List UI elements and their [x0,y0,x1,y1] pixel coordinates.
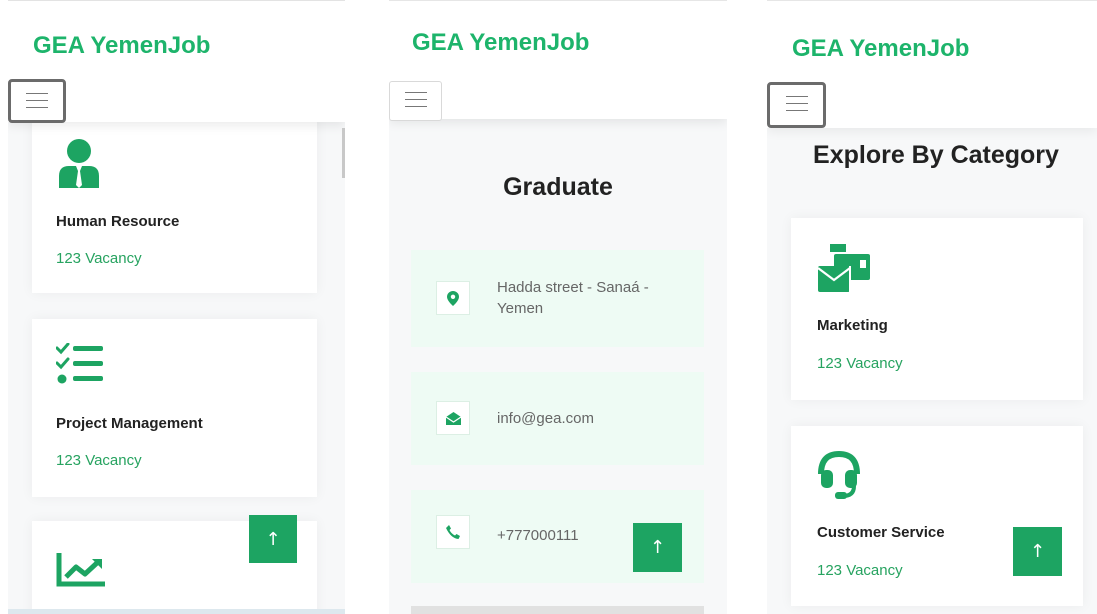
phone-icon [446,525,460,539]
category-title[interactable]: Human Resource [56,213,179,230]
contact-email[interactable]: info@gea.com [497,408,594,429]
back-to-top-button[interactable]: ↑ [249,515,297,563]
navbar: GEA YemenJob [8,1,345,123]
vacancy-count: 123 Vacancy [817,355,903,372]
section-heading: Explore By Category [813,141,1059,169]
category-card-marketing[interactable]: Marketing 123 Vacancy [791,218,1083,400]
menu-toggle-button[interactable] [389,81,442,121]
contact-phone[interactable]: +777000111 [497,525,579,546]
hamburger-icon [785,96,808,97]
hamburger-icon-bar [26,107,48,108]
user-tie-icon [59,139,99,188]
category-card-customer-service[interactable]: Customer Service 123 Vacancy [791,426,1083,606]
category-title[interactable]: Marketing [817,317,888,334]
map-marker-icon [447,290,459,306]
section-heading: Graduate [503,173,613,201]
hamburger-icon-bar [404,106,427,107]
brand-logo[interactable]: GEA YemenJob [792,35,969,63]
contact-icon-wrap [436,515,470,549]
envelope-open-icon [445,411,461,425]
headset-icon [818,450,860,499]
category-title[interactable]: Customer Service [817,524,945,541]
contact-icon-wrap [436,281,470,315]
vacancy-count: 123 Vacancy [56,250,142,267]
contact-address: Hadda street - Sanaá - Yemen [497,279,649,317]
panel-contact: GEA YemenJob Graduate Hadda street - San… [389,0,727,614]
back-to-top-button[interactable]: ↑ [1013,527,1062,576]
chart-line-icon [56,553,105,587]
navbar: GEA YemenJob [389,0,727,121]
arrow-up-icon: ↑ [265,528,281,550]
panel-categories-scrolled: GEA YemenJob Human Resource 123 Vacancy [8,0,345,614]
hamburger-icon-bar [26,100,48,101]
category-card-human-resource[interactable]: Human Resource 123 Vacancy [32,111,317,293]
mail-bulk-icon [817,244,870,292]
vacancy-count: 123 Vacancy [817,562,903,579]
hamburger-icon [404,92,427,93]
menu-toggle-button[interactable] [767,82,826,128]
page-bottom-edge [8,609,345,614]
panel-explore-category: GEA YemenJob Explore By Category Marketi… [767,0,1097,614]
task-list-icon [56,343,103,384]
hamburger-icon-bar [785,110,808,111]
navbar: GEA YemenJob [767,0,1097,128]
brand-logo[interactable]: GEA YemenJob [412,29,589,57]
hamburger-icon-bar [785,103,808,104]
screenshot-canvas: GEA YemenJob Human Resource 123 Vacancy [0,0,1097,614]
hamburger-icon-bar [404,99,427,100]
menu-toggle-button[interactable] [8,79,66,123]
vacancy-count: 123 Vacancy [56,452,142,469]
contact-address-box: Hadda street - Sanaá - Yemen [411,250,704,347]
contact-email-box: info@gea.com [411,372,704,465]
arrow-up-icon: ↑ [649,537,666,558]
category-card-project-management[interactable]: Project Management 123 Vacancy [32,319,317,497]
brand-logo[interactable]: GEA YemenJob [33,32,210,60]
hamburger-icon [26,93,48,94]
next-section-edge [411,606,704,614]
category-title[interactable]: Project Management [56,415,203,432]
scrollbar[interactable] [342,128,345,178]
back-to-top-button[interactable]: ↑ [633,523,682,572]
contact-icon-wrap [436,401,470,435]
arrow-up-icon: ↑ [1029,541,1046,562]
